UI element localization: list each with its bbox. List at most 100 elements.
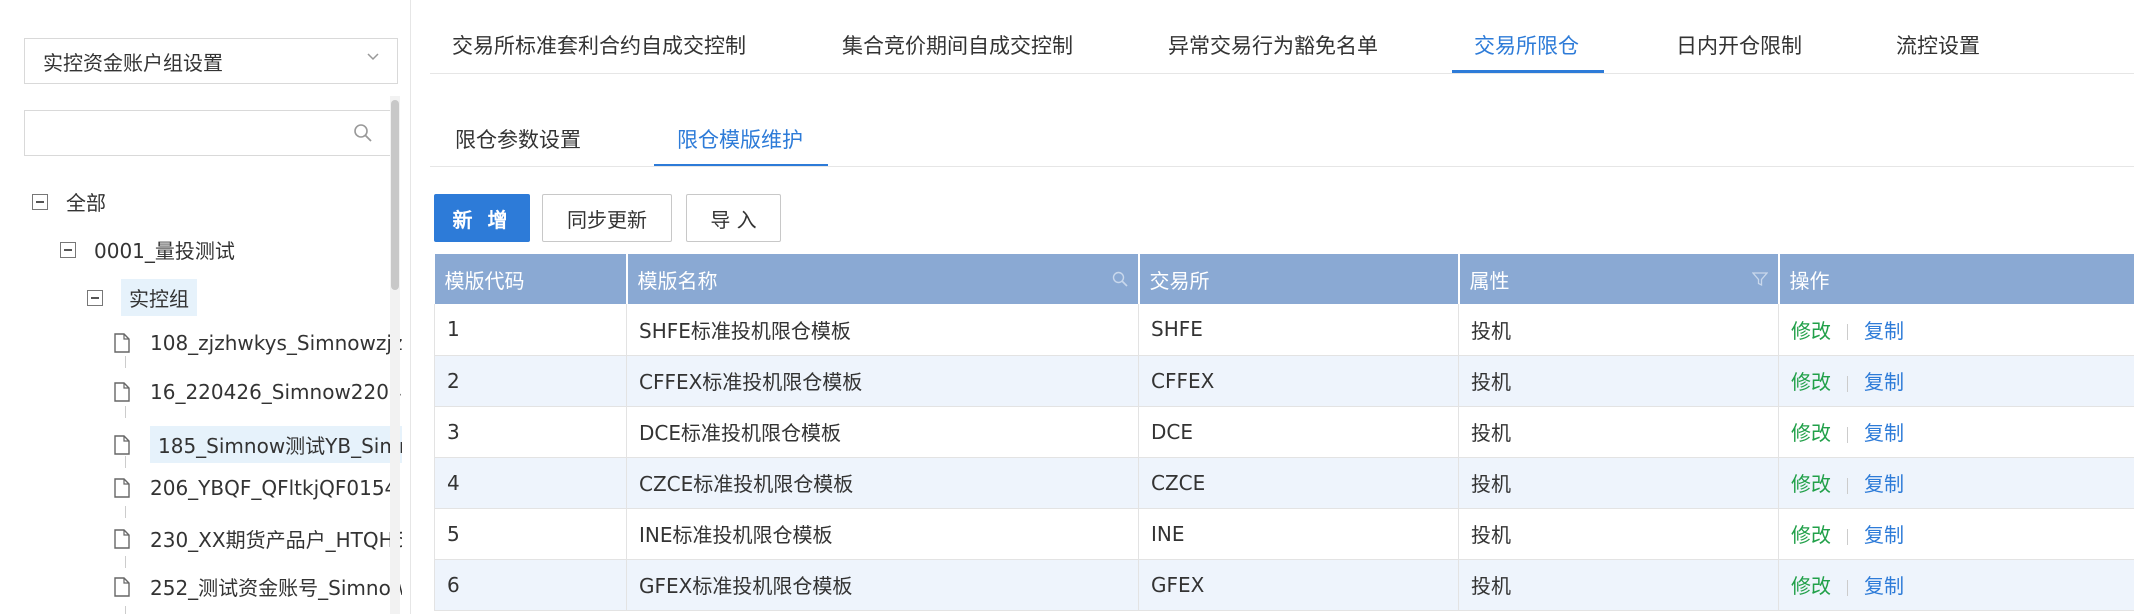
cell-name: GFEX标准投机限仓模板 bbox=[626, 559, 1139, 611]
table-header-row: 模版代码 模版名称 交易所 属性 操作 bbox=[434, 254, 2134, 304]
cell-name: CFFEX标准投机限仓模板 bbox=[626, 355, 1139, 407]
cell-attr: 投机 bbox=[1458, 355, 1779, 407]
cell-attr: 投机 bbox=[1458, 457, 1779, 509]
file-icon bbox=[114, 478, 130, 498]
search-icon[interactable] bbox=[1112, 271, 1128, 287]
tree-leaf-label: 108_zjzhwkys_Simnowzjzhwkys bbox=[150, 331, 402, 355]
cell-name: INE标准投机限仓模板 bbox=[626, 508, 1139, 560]
cell-attr: 投机 bbox=[1458, 508, 1779, 560]
edit-link[interactable]: 修改 bbox=[1791, 421, 1831, 445]
file-icon bbox=[114, 382, 130, 402]
copy-link[interactable]: 复制 bbox=[1864, 472, 1904, 496]
tab-exchange-position-limit[interactable]: 交易所限仓 bbox=[1474, 30, 1579, 60]
cell-exchange: INE bbox=[1138, 508, 1459, 560]
cell-code: 2 bbox=[434, 355, 627, 407]
col-header-ops: 操作 bbox=[1778, 254, 2134, 304]
account-group-select[interactable]: 实控资金账户组设置 bbox=[24, 38, 398, 84]
copy-link[interactable]: 复制 bbox=[1864, 319, 1904, 343]
cell-ops: 修改 复制 bbox=[1778, 559, 2134, 611]
cell-code: 1 bbox=[434, 304, 627, 356]
cell-ops: 修改 复制 bbox=[1778, 457, 2134, 509]
table-row[interactable]: 5 INE标准投机限仓模板 INE 投机 修改 复制 bbox=[434, 508, 2134, 560]
tree-node-label: 0001_量投测试 bbox=[94, 239, 235, 263]
tree-scrollbar-thumb[interactable] bbox=[391, 100, 399, 290]
tree-node-level1[interactable]: 0001_量投测试 bbox=[60, 235, 235, 264]
tab-self-trade-arbitrage[interactable]: 交易所标准套利合约自成交控制 bbox=[452, 30, 746, 60]
table-row[interactable]: 6 GFEX标准投机限仓模板 GFEX 投机 修改 复制 bbox=[434, 559, 2134, 611]
file-icon bbox=[114, 434, 130, 455]
cell-attr: 投机 bbox=[1458, 559, 1779, 611]
file-icon bbox=[114, 528, 130, 549]
file-icon bbox=[114, 576, 130, 597]
tree-leaf-252[interactable]: 252_测试资金账号_Simnow bbox=[114, 572, 402, 601]
tree-search-input[interactable] bbox=[24, 110, 392, 156]
collapse-icon[interactable] bbox=[87, 289, 103, 306]
copy-link[interactable]: 复制 bbox=[1864, 421, 1904, 445]
filter-icon[interactable] bbox=[1751, 271, 1768, 287]
edit-link[interactable]: 修改 bbox=[1791, 370, 1831, 394]
import-button[interactable]: 导 入 bbox=[686, 194, 781, 242]
cell-attr: 投机 bbox=[1458, 406, 1779, 458]
tree-leaf-206[interactable]: 206_YBQF_QFltkjQF0154 bbox=[114, 476, 397, 500]
subtab-template-maintenance[interactable]: 限仓模版维护 bbox=[677, 124, 803, 154]
cell-ops: 修改 复制 bbox=[1778, 406, 2134, 458]
cell-exchange: CFFEX bbox=[1138, 355, 1459, 407]
table-row[interactable]: 4 CZCE标准投机限仓模板 CZCE 投机 修改 复制 bbox=[434, 457, 2134, 509]
cell-ops: 修改 复制 bbox=[1778, 508, 2134, 560]
tree-node-label: 实控组 bbox=[121, 279, 197, 316]
file-icon bbox=[114, 333, 130, 353]
copy-link[interactable]: 复制 bbox=[1864, 523, 1904, 547]
cell-name: CZCE标准投机限仓模板 bbox=[626, 457, 1139, 509]
sync-update-button[interactable]: 同步更新 bbox=[542, 194, 672, 242]
tree-leaf-label: 185_Simnow测试YB_Simnow bbox=[150, 426, 402, 463]
tree-leaf-185[interactable]: 185_Simnow测试YB_Simnow bbox=[114, 426, 402, 463]
edit-link[interactable]: 修改 bbox=[1791, 472, 1831, 496]
cell-exchange: DCE bbox=[1138, 406, 1459, 458]
col-header-code[interactable]: 模版代码 bbox=[434, 254, 628, 304]
tree-node-level2[interactable]: 实控组 bbox=[87, 279, 197, 316]
left-panel: 实控资金账户组设置 全部 0001_量投测试 实控组 108_zjzhwkys_… bbox=[0, 0, 402, 614]
collapse-icon[interactable] bbox=[60, 241, 76, 258]
cell-exchange: GFEX bbox=[1138, 559, 1459, 611]
cell-attr: 投机 bbox=[1458, 304, 1779, 356]
cell-code: 3 bbox=[434, 406, 627, 458]
tree-leaf-label: 252_测试资金账号_Simnow bbox=[150, 576, 402, 600]
tab-auction-self-trade[interactable]: 集合竞价期间自成交控制 bbox=[842, 30, 1073, 60]
copy-link[interactable]: 复制 bbox=[1864, 370, 1904, 394]
tab-abnormal-exemption[interactable]: 异常交易行为豁免名单 bbox=[1168, 30, 1378, 60]
edit-link[interactable]: 修改 bbox=[1791, 574, 1831, 598]
table-row[interactable]: 3 DCE标准投机限仓模板 DCE 投机 修改 复制 bbox=[434, 406, 2134, 458]
edit-link[interactable]: 修改 bbox=[1791, 523, 1831, 547]
chevron-down-icon bbox=[367, 53, 379, 61]
col-header-exchange[interactable]: 交易所 bbox=[1138, 254, 1460, 304]
tree-leaf-label: 230_XX期货产品户_HTQH6 bbox=[150, 528, 402, 552]
tree-leaf-16[interactable]: 16_220426_Simnow220426 bbox=[114, 380, 402, 404]
add-button[interactable]: 新 增 bbox=[434, 194, 530, 242]
table-row[interactable]: 1 SHFE标准投机限仓模板 SHFE 投机 修改 复制 bbox=[434, 304, 2134, 356]
cell-code: 5 bbox=[434, 508, 627, 560]
tab-flow-control[interactable]: 流控设置 bbox=[1896, 30, 1980, 60]
col-header-name[interactable]: 模版名称 bbox=[626, 254, 1140, 304]
tree-node-label: 全部 bbox=[66, 191, 106, 215]
search-icon[interactable] bbox=[353, 123, 373, 143]
tabs-divider bbox=[430, 73, 2134, 74]
tree-leaf-label: 206_YBQF_QFltkjQF0154 bbox=[150, 476, 398, 500]
tree-leaf-230[interactable]: 230_XX期货产品户_HTQH6 bbox=[114, 524, 402, 553]
cell-ops: 修改 复制 bbox=[1778, 304, 2134, 356]
copy-link[interactable]: 复制 bbox=[1864, 574, 1904, 598]
table-row[interactable]: 2 CFFEX标准投机限仓模板 CFFEX 投机 修改 复制 bbox=[434, 355, 2134, 407]
subtabs-divider bbox=[430, 166, 2134, 167]
panel-divider bbox=[410, 0, 411, 614]
cell-code: 6 bbox=[434, 559, 627, 611]
collapse-icon[interactable] bbox=[32, 193, 48, 210]
cell-name: SHFE标准投机限仓模板 bbox=[626, 304, 1139, 356]
tree-node-root[interactable]: 全部 bbox=[32, 187, 106, 216]
edit-link[interactable]: 修改 bbox=[1791, 319, 1831, 343]
cell-name: DCE标准投机限仓模板 bbox=[626, 406, 1139, 458]
subtab-limit-params[interactable]: 限仓参数设置 bbox=[455, 124, 581, 154]
col-header-attr[interactable]: 属性 bbox=[1458, 254, 1780, 304]
template-table: 模版代码 模版名称 交易所 属性 操作 1 SHFE标准投机限仓模板 SHFE … bbox=[434, 254, 2134, 611]
tree-leaf-label: 16_220426_Simnow220426 bbox=[150, 380, 402, 404]
tab-intraday-open-limit[interactable]: 日内开仓限制 bbox=[1676, 30, 1802, 60]
tree-leaf-108[interactable]: 108_zjzhwkys_Simnowzjzhwkys bbox=[114, 331, 402, 355]
